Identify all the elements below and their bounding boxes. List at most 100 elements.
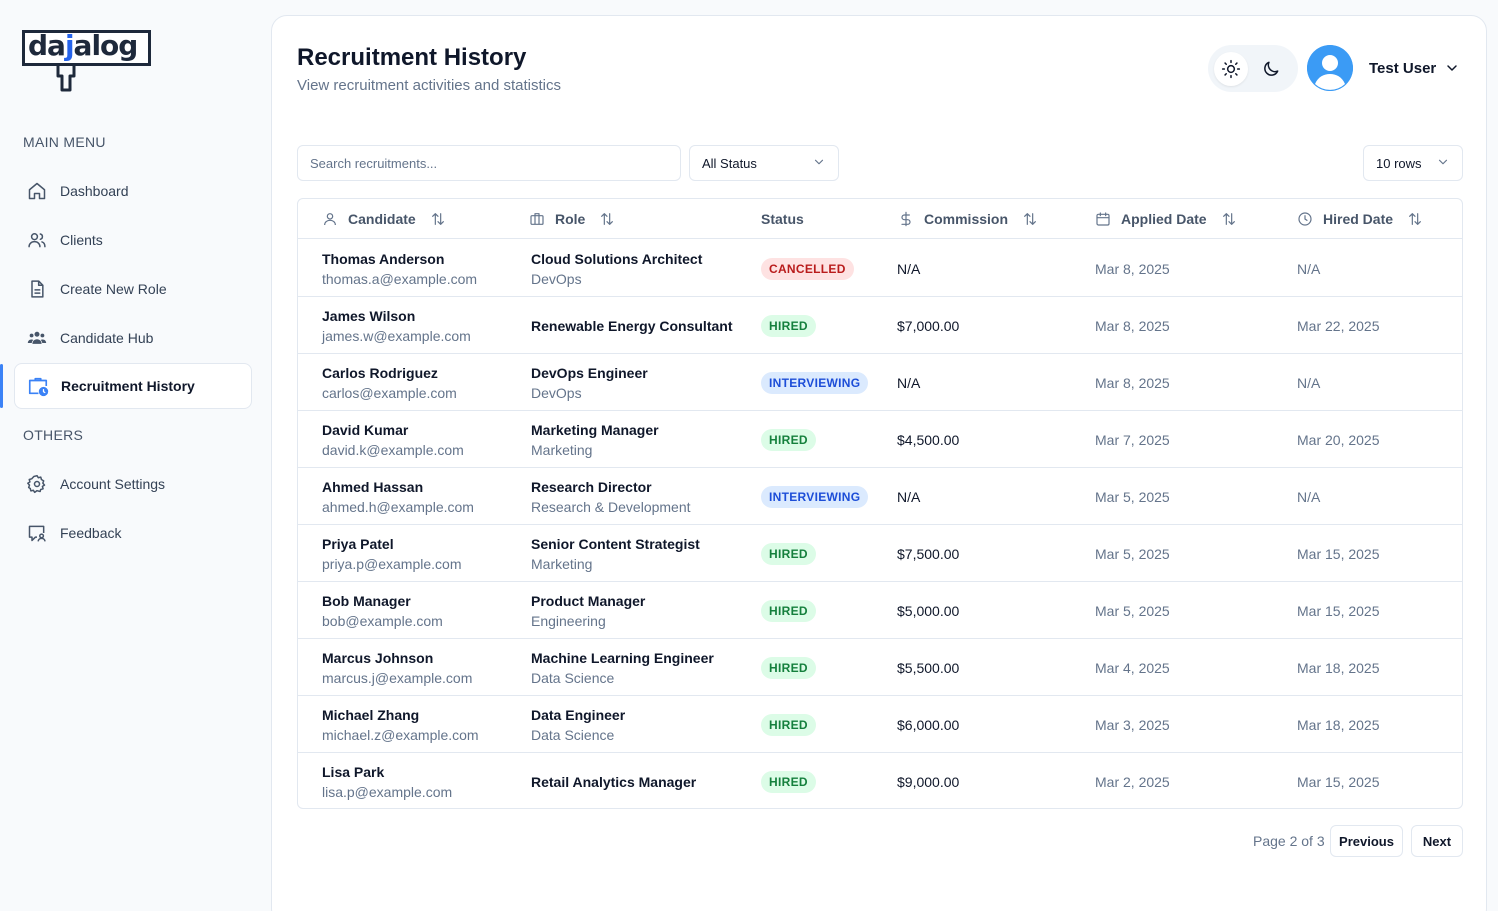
- candidate-email: carlos@example.com: [322, 384, 457, 401]
- others-label: OTHERS: [23, 427, 84, 443]
- commission-value: $7,500.00: [897, 545, 960, 562]
- role-cell: Research Director Research & Development: [531, 468, 691, 525]
- column-commission[interactable]: Commission: [898, 199, 1038, 239]
- sort-icon[interactable]: [1022, 211, 1038, 227]
- candidate-name[interactable]: Carlos Rodriguez: [322, 363, 457, 383]
- table-row[interactable]: Bob Manager bob@example.com Product Manage…: [298, 582, 1462, 639]
- rows-per-page-select[interactable]: 10 rows: [1363, 145, 1463, 181]
- table-header: Candidate Role Status Commission Applied…: [298, 199, 1462, 239]
- table-row[interactable]: Priya Patel priya.p@example.com Senior Con…: [298, 525, 1462, 582]
- sidebar-item-clients[interactable]: Clients: [14, 217, 252, 263]
- role-department: DevOps: [531, 270, 582, 287]
- candidate-name[interactable]: David Kumar: [322, 420, 464, 440]
- commission-cell: N/A: [897, 240, 920, 297]
- sidebar-item-candidate-hub[interactable]: Candidate Hub: [14, 315, 252, 361]
- column-label: Commission: [924, 211, 1009, 227]
- candidate-email: thomas.a@example.com: [322, 270, 478, 287]
- table-row[interactable]: Ahmed Hassan ahmed.h@example.com Research …: [298, 468, 1462, 525]
- commission-cell: $6,000.00: [897, 696, 959, 753]
- sidebar-item-account-settings[interactable]: Account Settings: [14, 461, 252, 507]
- previous-button[interactable]: Previous: [1330, 825, 1403, 857]
- feedback-icon: [26, 522, 48, 544]
- commission-cell: $7,000.00: [897, 297, 959, 354]
- candidate-cell: Marcus Johnson marcus.j@example.com: [322, 639, 472, 696]
- sidebar-item-create-new-role[interactable]: Create New Role: [14, 266, 252, 312]
- page-subtitle: View recruitment activities and statisti…: [297, 77, 561, 94]
- avatar[interactable]: [1307, 45, 1353, 91]
- role-department: Marketing: [531, 555, 593, 572]
- sidebar-item-label: Clients: [60, 232, 103, 248]
- status-badge: HIRED: [761, 770, 816, 793]
- table-row[interactable]: Carlos Rodriguez carlos@example.com DevOps…: [298, 354, 1462, 411]
- candidate-email: ahmed.h@example.com: [322, 498, 474, 515]
- candidate-name[interactable]: Bob Manager: [322, 591, 443, 611]
- page-title: Recruitment History: [297, 44, 527, 71]
- status-filter-select[interactable]: All Status: [689, 145, 839, 181]
- brand-logo[interactable]: dajalog: [22, 30, 152, 92]
- candidate-email: marcus.j@example.com: [322, 669, 473, 686]
- user-avatar-icon: [1307, 45, 1353, 91]
- role-cell: Machine Learning Engineer Data Science: [531, 639, 714, 696]
- applied-date-cell: Mar 8, 2025: [1095, 240, 1170, 297]
- candidate-name[interactable]: Priya Patel: [322, 534, 462, 554]
- sidebar-item-label: Account Settings: [60, 476, 166, 492]
- applied-date-cell: Mar 5, 2025: [1095, 525, 1170, 582]
- table-row[interactable]: Thomas Anderson thomas.a@example.com Cloud…: [298, 240, 1462, 297]
- sidebar-item-label: Dashboard: [60, 183, 129, 199]
- commission-value: $5,500.00: [897, 659, 960, 676]
- sort-icon[interactable]: [430, 211, 446, 227]
- candidate-name[interactable]: Michael Zhang: [322, 705, 479, 725]
- sort-icon[interactable]: [1221, 211, 1237, 227]
- table-row[interactable]: Michael Zhang michael.z@example.com Data E…: [298, 696, 1462, 753]
- sort-icon[interactable]: [1407, 211, 1423, 227]
- candidate-cell: Lisa Park lisa.p@example.com: [322, 753, 452, 808]
- chevron-down-icon[interactable]: [1444, 60, 1460, 81]
- sidebar-item-label: Candidate Hub: [60, 330, 154, 346]
- commission-value: $5,000.00: [897, 602, 960, 619]
- search-input[interactable]: [297, 145, 681, 181]
- main-panel: Recruitment History View recruitment act…: [271, 15, 1487, 911]
- table-row[interactable]: James Wilson james.w@example.com Renewable…: [298, 297, 1462, 354]
- hired-date-cell: N/A: [1297, 468, 1320, 525]
- commission-value: $7,000.00: [897, 317, 960, 334]
- commission-cell: $5,500.00: [897, 639, 959, 696]
- user-icon: [322, 211, 338, 227]
- light-mode-button[interactable]: [1214, 51, 1248, 86]
- sidebar-item-recruitment-history[interactable]: Recruitment History: [14, 363, 252, 409]
- moon-icon: [1264, 61, 1279, 76]
- candidate-name[interactable]: Marcus Johnson: [322, 648, 472, 668]
- gear-icon: [26, 473, 48, 495]
- active-indicator: [0, 364, 3, 408]
- role-department: Data Science: [531, 669, 615, 686]
- status-badge: HIRED: [761, 314, 816, 337]
- user-name[interactable]: Test User: [1369, 60, 1436, 77]
- column-candidate[interactable]: Candidate: [322, 199, 446, 239]
- status-badge: HIRED: [761, 542, 816, 565]
- dark-mode-button[interactable]: [1254, 52, 1288, 86]
- hired-date-cell: Mar 15, 2025: [1297, 753, 1380, 808]
- candidate-name[interactable]: James Wilson: [322, 306, 471, 326]
- table-row[interactable]: Marcus Johnson marcus.j@example.com Machin…: [298, 639, 1462, 696]
- next-button[interactable]: Next: [1411, 825, 1463, 857]
- table-row[interactable]: David Kumar david.k@example.com Marketing …: [298, 411, 1462, 468]
- status-cell: CANCELLED: [761, 240, 854, 297]
- candidate-name[interactable]: Thomas Anderson: [322, 249, 477, 269]
- column-applied-date[interactable]: Applied Date: [1095, 199, 1237, 239]
- applied-date-value: Mar 8, 2025: [1095, 374, 1170, 391]
- sort-icon[interactable]: [599, 211, 615, 227]
- hired-date-cell: N/A: [1297, 240, 1320, 297]
- hired-date-cell: Mar 15, 2025: [1297, 582, 1380, 639]
- hired-date-value: Mar 15, 2025: [1297, 602, 1380, 619]
- candidate-email: james.w@example.com: [322, 327, 471, 344]
- column-role[interactable]: Role: [529, 199, 615, 239]
- clock-icon: [1297, 211, 1313, 227]
- candidate-name[interactable]: Ahmed Hassan: [322, 477, 474, 497]
- candidate-name[interactable]: Lisa Park: [322, 762, 452, 782]
- chevron-down-icon: [812, 155, 826, 172]
- table-row[interactable]: Lisa Park lisa.p@example.com Retail Analyt…: [298, 753, 1462, 808]
- column-hired-date[interactable]: Hired Date: [1297, 199, 1423, 239]
- sidebar-item-dashboard[interactable]: Dashboard: [14, 168, 252, 214]
- sidebar-item-feedback[interactable]: Feedback: [14, 510, 252, 556]
- status-cell: HIRED: [761, 696, 816, 753]
- commission-cell: $5,000.00: [897, 582, 959, 639]
